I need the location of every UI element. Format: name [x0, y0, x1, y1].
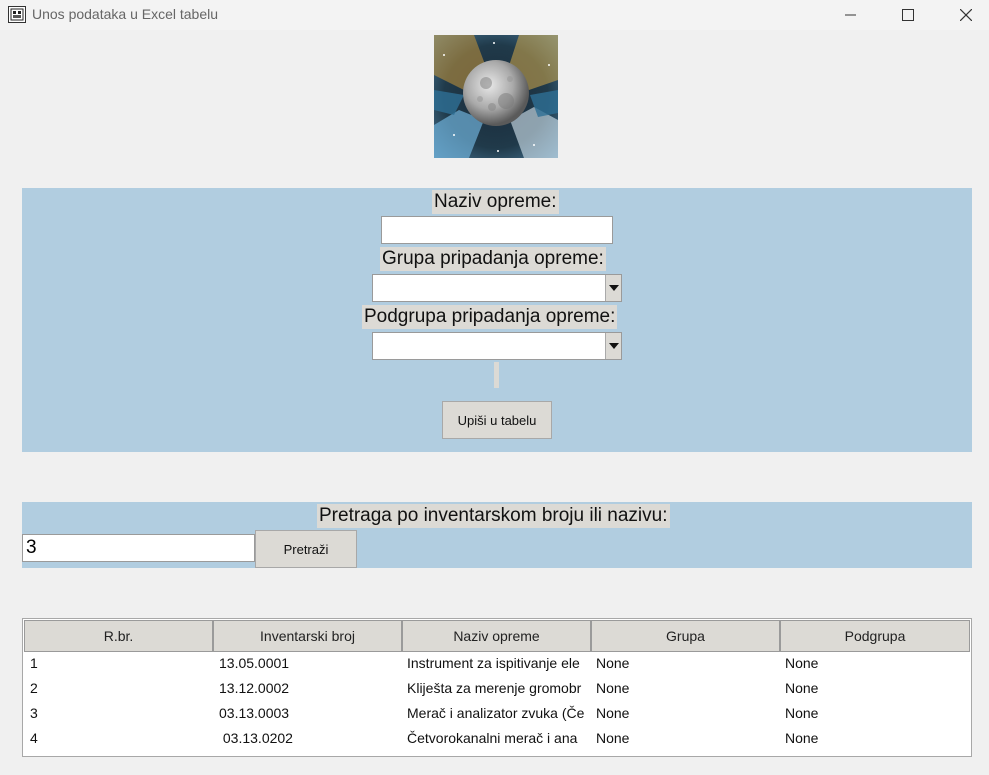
column-header-inventarski-broj[interactable]: Inventarski broj: [213, 620, 402, 652]
grupa-dropdown-button[interactable]: [605, 275, 621, 301]
cell-rbr: 4: [30, 730, 38, 746]
cell-naziv-opreme: Instrument za ispitivanje ele: [407, 655, 580, 671]
cell-grupa: None: [596, 705, 630, 721]
cell-podgrupa: None: [785, 680, 819, 696]
grupa-label: Grupa pripadanja opreme:: [380, 247, 606, 271]
cell-inventarski-broj: 13.12.0002: [219, 680, 290, 696]
column-header-rbr[interactable]: R.br.: [24, 620, 213, 652]
column-header-podgrupa[interactable]: Podgrupa: [780, 620, 970, 652]
maximize-icon: [902, 9, 914, 21]
cell-podgrupa: None: [785, 705, 819, 721]
moon-image: [434, 35, 558, 158]
podgrupa-combobox[interactable]: [372, 332, 622, 360]
cell-naziv-opreme: Kliješta za merenje gromobr: [407, 680, 582, 696]
cell-grupa: None: [596, 730, 630, 746]
table-row[interactable]: 2 13.12.0002 Kliješta za merenje gromobr…: [24, 676, 970, 701]
close-icon: [960, 9, 972, 21]
cell-inventarski-broj: 03.13.0202: [219, 730, 293, 746]
chevron-down-icon: [608, 343, 619, 349]
entry-panel: Naziv opreme: Grupa pripadanja opreme: P…: [22, 188, 972, 452]
results-table[interactable]: R.br. Inventarski broj Naziv opreme Grup…: [22, 618, 972, 757]
cell-rbr: 1: [30, 655, 38, 671]
cell-naziv-opreme: Merač i analizator zvuka (Če: [407, 705, 585, 721]
maximize-button[interactable]: [885, 0, 931, 30]
cell-rbr: 3: [30, 705, 38, 721]
naziv-input[interactable]: [381, 216, 613, 244]
cell-naziv-opreme: Četvorokanalni merač i ana: [407, 730, 578, 746]
search-label: Pretraga po inventarskom broju ili naziv…: [317, 504, 670, 528]
upisi-button[interactable]: Upiši u tabelu: [442, 401, 552, 439]
naziv-label: Naziv opreme:: [432, 190, 559, 214]
grupa-combobox[interactable]: [372, 274, 622, 302]
chevron-down-icon: [608, 285, 619, 291]
column-header-grupa[interactable]: Grupa: [591, 620, 780, 652]
cell-rbr: 2: [30, 680, 38, 696]
search-input[interactable]: 3: [22, 534, 255, 562]
cell-grupa: None: [596, 680, 630, 696]
title-bar: Unos podataka u Excel tabelu: [0, 0, 989, 30]
cell-inventarski-broj: 13.05.0001: [219, 655, 290, 671]
cell-grupa: None: [596, 655, 630, 671]
spacer-divider: [494, 362, 499, 388]
cell-inventarski-broj: 03.13.0003: [219, 705, 290, 721]
app-window-icon[interactable]: [8, 6, 26, 23]
table-row[interactable]: 4 03.13.0202 Četvorokanalni merač i ana …: [24, 726, 970, 751]
table-row[interactable]: 3 03.13.0003 Merač i analizator zvuka (Č…: [24, 701, 970, 726]
cell-podgrupa: None: [785, 730, 819, 746]
minimize-icon: [845, 14, 856, 16]
podgrupa-dropdown-button[interactable]: [605, 333, 621, 359]
table-header: R.br. Inventarski broj Naziv opreme Grup…: [24, 620, 970, 652]
table-row[interactable]: 1 13.05.0001 Instrument za ispitivanje e…: [24, 651, 970, 676]
column-header-naziv-opreme[interactable]: Naziv opreme: [402, 620, 591, 652]
search-panel: Pretraga po inventarskom broju ili naziv…: [22, 502, 972, 568]
window-title: Unos podataka u Excel tabelu: [32, 6, 219, 22]
minimize-button[interactable]: [828, 0, 874, 30]
close-button[interactable]: [943, 0, 989, 30]
podgrupa-label: Podgrupa pripadanja opreme:: [362, 305, 618, 329]
cell-podgrupa: None: [785, 655, 819, 671]
search-button[interactable]: Pretraži: [255, 530, 357, 568]
